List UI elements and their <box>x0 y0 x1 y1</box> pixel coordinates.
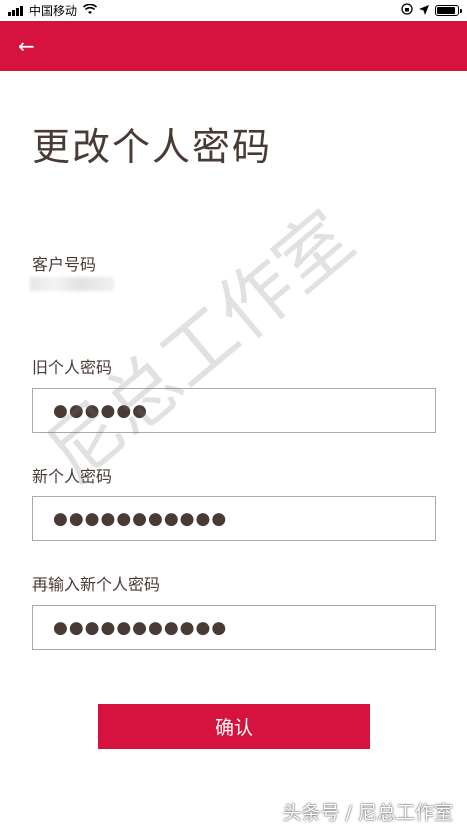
carrier-name: 中国移动 <box>29 4 78 18</box>
status-left: 中国移动 <box>8 2 98 19</box>
customer-number-value <box>30 277 114 291</box>
old-password-input[interactable]: ●●●●●● <box>32 388 436 433</box>
battery-fill <box>437 7 455 14</box>
confirm-button[interactable]: 确认 <box>98 704 370 749</box>
battery-icon <box>435 5 462 16</box>
arrow-left-icon[interactable]: ← <box>18 36 35 56</box>
status-bar: 中国移动 <box>0 0 467 21</box>
new-password-label: 新个人密码 <box>32 467 113 486</box>
signal-icon <box>8 5 23 16</box>
wifi-icon <box>82 3 98 18</box>
app-bar: ← <box>0 21 467 71</box>
page-title: 更改个人密码 <box>32 125 273 169</box>
diagonal-watermark: 尼总工作室 <box>30 195 370 499</box>
new-password-input[interactable]: ●●●●●●●●●●● <box>32 496 436 541</box>
old-password-label: 旧个人密码 <box>32 358 113 377</box>
rotation-lock-icon <box>401 3 413 18</box>
confirm-password-label: 再输入新个人密码 <box>32 575 161 594</box>
confirm-password-input[interactable]: ●●●●●●●●●●● <box>32 605 436 650</box>
status-right <box>401 3 462 18</box>
source-watermark: 头条号 / 尼总工作室 <box>282 802 453 824</box>
customer-number-label: 客户号码 <box>32 255 97 274</box>
location-arrow-icon <box>419 4 429 18</box>
